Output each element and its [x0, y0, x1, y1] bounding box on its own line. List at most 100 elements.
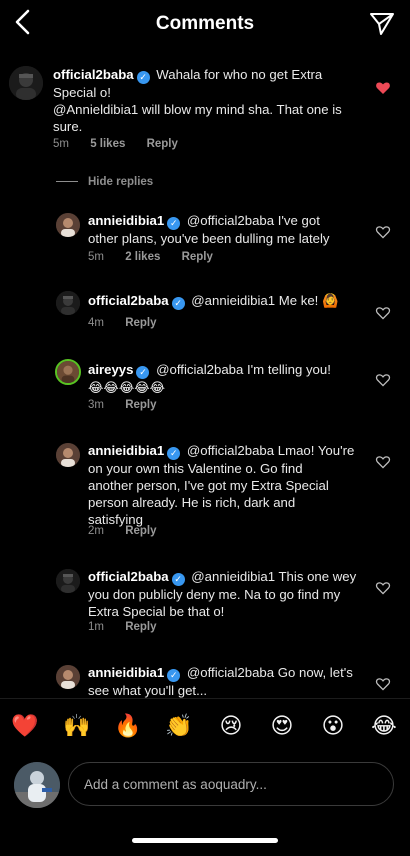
comment-body-line: person already. He is rich, dark and [88, 495, 296, 510]
avatar-image [56, 291, 80, 315]
comment-meta: 5m 2 likes Reply [88, 251, 231, 263]
emoji-heart-button[interactable]: ❤️ [11, 712, 39, 740]
divider-line [56, 181, 78, 183]
emoji-wow-button[interactable]: 😮 [319, 712, 347, 740]
comment-meta: 1m Reply [88, 621, 175, 633]
comment-username[interactable]: official2baba [88, 293, 169, 308]
reply-button[interactable]: Reply [125, 621, 156, 633]
heart-icon [376, 82, 390, 94]
avatar-image [56, 443, 80, 467]
comment-username[interactable]: annieidibia1 [88, 443, 164, 458]
avatar-image [57, 361, 79, 383]
comment-text: annieidibia1 ✓ @official2baba I've got ot… [88, 212, 363, 247]
avatar[interactable] [56, 443, 80, 467]
comment-body-line: @annieidibia1 This one wey [191, 569, 357, 584]
comment-time: 5m [53, 138, 69, 150]
heart-icon [375, 226, 391, 239]
like-button[interactable] [375, 372, 391, 388]
comment-time: 3m [88, 399, 104, 411]
comment-text: annieidibia1 ✓ @official2baba Go now, let… [88, 664, 363, 699]
comment-body-line: @official2baba Lmao! You're [186, 443, 355, 458]
heart-icon [375, 456, 391, 469]
comment-body-line: @official2baba Go now, let's [186, 665, 353, 680]
verified-badge-icon: ✓ [167, 447, 181, 460]
comment-meta: 4m Reply [88, 317, 175, 329]
comment-body-line: @official2baba I'm telling you! [156, 362, 331, 377]
reply-button[interactable]: Reply [125, 317, 156, 329]
emoji-cry-button[interactable]: 😢 [217, 712, 245, 740]
emoji-clap-button[interactable]: 👏 [165, 712, 193, 740]
comment-time: 2m [88, 525, 104, 537]
avatar[interactable] [56, 291, 80, 315]
emoji-heart-eyes-button[interactable]: 😍 [268, 712, 296, 740]
like-button[interactable] [375, 676, 391, 692]
emoji-raised-hands-button[interactable]: 🙌 [63, 712, 91, 740]
reply-button[interactable]: Reply [147, 138, 178, 150]
reply-button[interactable]: Reply [125, 525, 156, 537]
composer-divider [0, 698, 410, 699]
comment-time: 4m [88, 317, 104, 329]
reply-comment: annieidibia1 ✓ @official2baba Go now, let… [0, 660, 410, 698]
like-button[interactable] [375, 580, 391, 596]
page-title: Comments [155, 13, 255, 34]
comment-username[interactable]: official2baba [88, 569, 169, 584]
avatar-image [9, 66, 43, 100]
home-indicator [132, 838, 278, 843]
reply-comment: annieidibia1 ✓ @official2baba I've got ot… [0, 208, 410, 274]
comment-meta: 3m Reply [88, 399, 175, 411]
like-button[interactable] [375, 305, 391, 321]
avatar[interactable] [55, 359, 81, 385]
likes-count[interactable]: 2 likes [125, 251, 160, 263]
comment-text: aireyys ✓ @official2baba I'm telling you!… [88, 361, 363, 396]
comment-body-line: @official2baba I've got [186, 213, 320, 228]
comment-text: annieidibia1 ✓ @official2baba Lmao! You'r… [88, 442, 363, 528]
avatar[interactable] [56, 569, 80, 593]
comment-username[interactable]: annieidibia1 [88, 213, 164, 228]
comment-meta: 5m 5 likes Reply [53, 138, 196, 150]
hide-replies-toggle[interactable]: Hide replies [56, 176, 153, 188]
avatar-image [56, 665, 80, 689]
comment-body-line: see what you'll get... [88, 683, 208, 698]
emoji-fire-button[interactable]: 🔥 [114, 712, 142, 740]
comment-body-line: @Annieldibia1 will blow my mind sha. Tha… [53, 102, 342, 117]
emoji-quick-bar: ❤️ 🙌 🔥 👏 😢 😍 😮 😂 [0, 704, 410, 748]
avatar[interactable] [56, 665, 80, 689]
verified-badge-icon: ✓ [136, 366, 150, 379]
avatar-image [56, 569, 80, 593]
hide-replies-label: Hide replies [88, 176, 154, 188]
likes-count[interactable]: 5 likes [90, 138, 125, 150]
comment-input[interactable] [68, 762, 394, 806]
avatar[interactable] [9, 66, 43, 100]
comment-body-line: another person, I've got my Extra Specia… [88, 478, 329, 493]
current-user-avatar [14, 762, 60, 808]
verified-badge-icon: ✓ [167, 217, 181, 230]
avatar[interactable] [56, 213, 80, 237]
reply-button[interactable]: Reply [182, 251, 213, 263]
main-comment: official2baba ✓ Wahala for who no get Ext… [0, 60, 410, 160]
like-button[interactable] [375, 224, 391, 240]
reply-comment: annieidibia1 ✓ @official2baba Lmao! You'r… [0, 438, 410, 542]
avatar-image [56, 213, 80, 237]
heart-icon [375, 582, 391, 595]
reply-comment: aireyys ✓ @official2baba I'm telling you!… [0, 356, 410, 416]
reply-button[interactable]: Reply [125, 399, 156, 411]
comment-body-line: 😂😂😂😂😂 [88, 380, 166, 395]
heart-icon [375, 678, 391, 691]
comment-username[interactable]: official2baba [53, 67, 134, 82]
verified-badge-icon: ✓ [167, 669, 181, 682]
comment-username[interactable]: aireyys [88, 362, 133, 377]
comment-body-line: other plans, you've been dulling me late… [88, 231, 330, 246]
comment-body-line: Special o! [53, 85, 111, 100]
comment-body-line: Wahala for who no get Extra [156, 67, 323, 82]
verified-badge-icon: ✓ [136, 71, 150, 84]
verified-badge-icon: ✓ [171, 573, 185, 586]
like-button[interactable] [375, 454, 391, 470]
verified-badge-icon: ✓ [171, 297, 185, 310]
heart-icon [375, 374, 391, 387]
comment-time: 1m [88, 621, 104, 633]
direct-share-button[interactable] [368, 10, 396, 38]
emoji-laugh-button[interactable]: 😂 [370, 712, 398, 740]
comment-username[interactable]: annieidibia1 [88, 665, 164, 680]
like-button[interactable] [375, 80, 391, 96]
comment-body-line: @annieidibia1 Me ke! 🙆 [191, 293, 339, 308]
